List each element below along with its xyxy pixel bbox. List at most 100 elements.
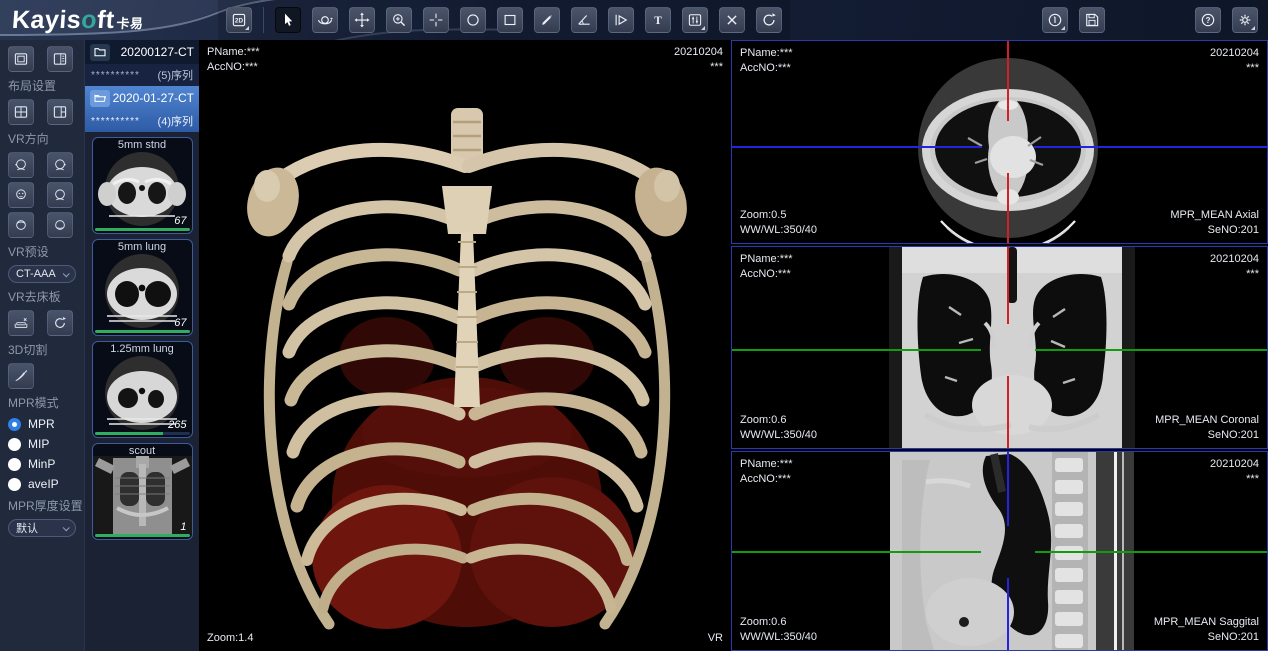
- radio-aveip[interactable]: [8, 478, 21, 491]
- vr-head-right-button[interactable]: [47, 152, 73, 178]
- thumbnail-image-count: 1: [180, 521, 186, 533]
- mpr-mode-option[interactable]: aveIP: [8, 477, 76, 491]
- crosshair-horizontal-green[interactable]: [1035, 551, 1267, 553]
- vr-head-left-button[interactable]: [8, 152, 34, 178]
- series-thumbnail-5mm-stnd[interactable]: 5mm stnd 67: [92, 137, 193, 234]
- mpr-sagittal-viewport[interactable]: PName:*** AccNO:*** 20210204 *** Zoom:0.…: [731, 451, 1268, 651]
- tool-window-level-button[interactable]: [682, 7, 708, 33]
- mpr-thickness-select[interactable]: 默认: [8, 519, 76, 537]
- info-button[interactable]: [1042, 7, 1068, 33]
- coronal-wwwl: WW/WL:350/40: [740, 428, 817, 443]
- mpr-mode-option[interactable]: MPR: [8, 417, 76, 431]
- vr-head-back-button[interactable]: [47, 182, 73, 208]
- vr-mode-label: VR: [708, 631, 723, 646]
- ct-viewer-app: Kayisoft卡易 2D: [0, 0, 1268, 651]
- vr-preset-select[interactable]: CT-AAA: [8, 265, 76, 283]
- sagittal-wwwl: WW/WL:350/40: [740, 630, 817, 645]
- thumbnail-progress: [95, 228, 190, 231]
- tool-2d-button[interactable]: 2D: [226, 7, 252, 33]
- axial-pname: PName:***: [740, 46, 793, 61]
- tool-ellipse-button[interactable]: [460, 7, 486, 33]
- layout-split-button[interactable]: [47, 99, 73, 125]
- layout-single-button[interactable]: [8, 46, 34, 72]
- vr-head-top-button[interactable]: [8, 212, 34, 238]
- coronal-seno: SeNO:201: [1155, 428, 1259, 443]
- tool-zoom-button[interactable]: [386, 7, 412, 33]
- mpr-mode-option[interactable]: MinP: [8, 457, 76, 471]
- crosshair-horizontal-green[interactable]: [732, 551, 981, 553]
- head-right-icon: [52, 157, 68, 173]
- cut-knife-button[interactable]: [8, 363, 34, 389]
- axial-patient-overlay: PName:*** AccNO:***: [740, 46, 793, 76]
- tool-text-button[interactable]: T: [645, 7, 671, 33]
- tool-cursor-button[interactable]: [275, 7, 301, 33]
- tool-reset-button[interactable]: [756, 7, 782, 33]
- vr-date-overlay: 20210204 ***: [674, 45, 723, 75]
- crosshair-vertical-red[interactable]: [1007, 247, 1009, 324]
- info-icon: [1046, 11, 1064, 29]
- sagittal-mode-label: MPR_MEAN Saggital: [1154, 615, 1259, 630]
- gear-icon: [1236, 11, 1254, 29]
- tool-rect-button[interactable]: [497, 7, 523, 33]
- sagittal-masked: ***: [1210, 472, 1259, 487]
- mpr-thickness-label: MPR厚度设置: [8, 497, 76, 514]
- reset-icon: [760, 11, 778, 29]
- tool-cone-button[interactable]: [608, 7, 634, 33]
- save-button[interactable]: [1079, 7, 1105, 33]
- vr-head-front-button[interactable]: [8, 182, 34, 208]
- sagittal-date: 20210204: [1210, 457, 1259, 472]
- remove-bed-button[interactable]: [8, 310, 34, 336]
- head-front-icon: [13, 187, 29, 203]
- mpr-coronal-viewport[interactable]: PName:*** AccNO:*** 20210204 *** Zoom:0.…: [731, 246, 1268, 449]
- series-thumbnail-125mm-lung[interactable]: 1.25mm lung 265: [92, 341, 193, 438]
- crosshair-vertical-blue[interactable]: [1007, 452, 1009, 526]
- tool-pan-button[interactable]: [349, 7, 375, 33]
- crosshair-horizontal-green[interactable]: [732, 349, 981, 351]
- angle-icon: [575, 11, 593, 29]
- coronal-mode-overlay: MPR_MEAN Coronal SeNO:201: [1155, 413, 1259, 443]
- thumbnail-image-count: 67: [174, 215, 186, 227]
- axial-masked: ***: [1210, 61, 1259, 76]
- rect-roi-icon: [501, 11, 519, 29]
- crosshair-vertical-red[interactable]: [1007, 376, 1009, 448]
- axial-mode-overlay: MPR_MEAN Axial SeNO:201: [1170, 208, 1259, 238]
- help-icon: ?: [1199, 11, 1217, 29]
- crosshair-vertical-blue[interactable]: [1007, 578, 1009, 650]
- crosshair-horizontal-blue[interactable]: [732, 146, 982, 148]
- cursor-icon: [279, 11, 297, 29]
- scout-xray-thumbnail-image: [93, 456, 192, 534]
- crosshair-horizontal-blue[interactable]: [1034, 146, 1267, 148]
- crosshair-horizontal-green[interactable]: [1035, 349, 1267, 351]
- coronal-pname: PName:***: [740, 252, 793, 267]
- study-item-selected[interactable]: 2020-01-27-CT ********** (4)序列: [85, 86, 199, 132]
- crosshair-vertical-red[interactable]: [1007, 173, 1009, 243]
- thumbnail-progress: [95, 330, 190, 333]
- vr-head-bottom-button[interactable]: [47, 212, 73, 238]
- bed-reset-button[interactable]: [47, 310, 73, 336]
- study-date: 20200127-CT: [110, 45, 194, 59]
- help-button[interactable]: ?: [1195, 7, 1221, 33]
- crosshair-vertical-red[interactable]: [1007, 41, 1009, 121]
- rotate-3d-icon: [316, 11, 334, 29]
- radio-mpr[interactable]: [8, 418, 21, 431]
- radio-mip[interactable]: [8, 438, 21, 451]
- save-floppy-icon: [1083, 11, 1101, 29]
- study-item[interactable]: 20200127-CT ********** (5)序列: [85, 40, 199, 86]
- tool-crosshair-button[interactable]: [423, 7, 449, 33]
- tool-angle-button[interactable]: [571, 7, 597, 33]
- tool-measure-button[interactable]: [534, 7, 560, 33]
- tool-rotate3d-button[interactable]: [312, 7, 338, 33]
- tool-delete-button[interactable]: [719, 7, 745, 33]
- settings-button[interactable]: [1232, 7, 1258, 33]
- radio-mpr-label: MPR: [28, 417, 55, 431]
- layout-report-button[interactable]: [47, 46, 73, 72]
- layout-grid-button[interactable]: [8, 99, 34, 125]
- mpr-axial-viewport[interactable]: PName:*** AccNO:*** 20210204 *** Zoom:0.…: [731, 40, 1268, 244]
- axial-date-overlay: 20210204 ***: [1210, 46, 1259, 76]
- mpr-mode-option[interactable]: MIP: [8, 437, 76, 451]
- radio-minp[interactable]: [8, 458, 21, 471]
- series-thumbnail-5mm-lung[interactable]: 5mm lung 67: [92, 239, 193, 336]
- vr-viewport[interactable]: PName:*** AccNO:*** 20210204 *** Zoom:1.…: [199, 40, 731, 651]
- series-thumbnail-scout[interactable]: scout 1: [92, 443, 193, 540]
- mpr-column: PName:*** AccNO:*** 20210204 *** Zoom:0.…: [731, 40, 1268, 651]
